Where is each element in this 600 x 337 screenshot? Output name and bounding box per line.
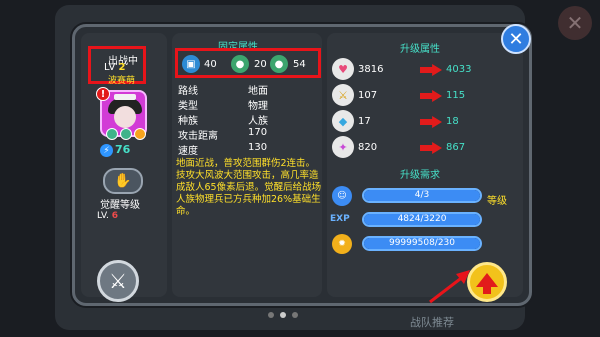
awaken-level: LV. 6 xyxy=(97,211,119,221)
stat-next: 115 xyxy=(446,90,466,101)
requirements-title: 升级需求 xyxy=(400,170,440,181)
skill-badge-icon xyxy=(134,128,146,140)
upgrade-button[interactable] xyxy=(467,262,507,302)
face-icon: ☺ xyxy=(332,186,352,206)
page-dot-active xyxy=(280,312,286,318)
stat-current: 17 xyxy=(358,116,371,127)
progress-text: 4/3 xyxy=(414,190,430,200)
troop-count: 54 xyxy=(293,59,306,70)
stat-next: 4033 xyxy=(446,64,472,75)
gold-progress-bar: 99999508/230 xyxy=(362,236,482,251)
stat-current: 820 xyxy=(358,142,378,153)
avatar-crown xyxy=(114,94,136,100)
awaken-button[interactable]: ✋ xyxy=(103,168,143,194)
skill-badge-icon xyxy=(120,128,132,140)
sword-icon: ⚔ xyxy=(332,84,354,106)
hero-description: 地面近战，普攻范围群伤2连击。技攻大风波大范围攻击，高几率造成敌人65像素后退。… xyxy=(176,158,322,217)
progress-text: 4824/3220 xyxy=(397,214,447,224)
stat-current: 107 xyxy=(358,90,378,101)
hand-icon: ✋ xyxy=(114,173,132,189)
person-icon: ● xyxy=(270,55,288,73)
hero-level: LV 2 xyxy=(104,62,126,73)
troop-count: 40 xyxy=(204,59,217,70)
exp-progress-bar: 4824/3220 xyxy=(362,212,482,227)
level-requirement-label: 等级 xyxy=(487,196,507,207)
close-icon: ✕ xyxy=(508,28,524,50)
power-icon: ⚡ xyxy=(100,144,113,157)
heart-icon: ♥ xyxy=(332,58,354,80)
upgrade-attributes-title: 升级属性 xyxy=(400,44,440,55)
background-close-icon[interactable]: ✕ xyxy=(558,6,592,40)
page-dot xyxy=(268,312,274,318)
warning-icon: ! xyxy=(96,87,110,101)
annotation-arrow-icon xyxy=(429,270,470,304)
page-indicator xyxy=(268,312,298,318)
close-button[interactable]: ✕ xyxy=(501,24,531,54)
equipment-button[interactable]: ⚔ xyxy=(97,260,139,302)
troop-count: 20 xyxy=(254,59,267,70)
avatar-face xyxy=(114,106,136,128)
shield-icon: ◆ xyxy=(332,110,354,132)
hero-name: 波赛萌 xyxy=(108,76,136,86)
level-progress-bar: 4/3 xyxy=(362,188,482,203)
arrow-up-stem xyxy=(483,284,491,294)
stat-next: 18 xyxy=(446,116,459,127)
person-icon: ● xyxy=(231,55,249,73)
robot-icon: ▣ xyxy=(182,55,200,73)
team-recommend-label[interactable]: 战队推荐 xyxy=(410,314,454,330)
magic-shield-icon: ✦ xyxy=(332,136,354,158)
coin-icon: ✹ xyxy=(332,234,352,254)
exp-icon: EXP xyxy=(330,214,350,224)
stat-next: 867 xyxy=(446,142,466,153)
stat-current: 3816 xyxy=(358,64,384,75)
skill-badge-icon xyxy=(106,128,118,140)
hero-power: 76 xyxy=(115,143,131,156)
progress-text: 99999508/230 xyxy=(388,238,456,248)
awaken-level-label: 觉醒等级 xyxy=(100,200,140,211)
sword-icon: ⚔ xyxy=(109,269,127,293)
page-dot xyxy=(292,312,298,318)
